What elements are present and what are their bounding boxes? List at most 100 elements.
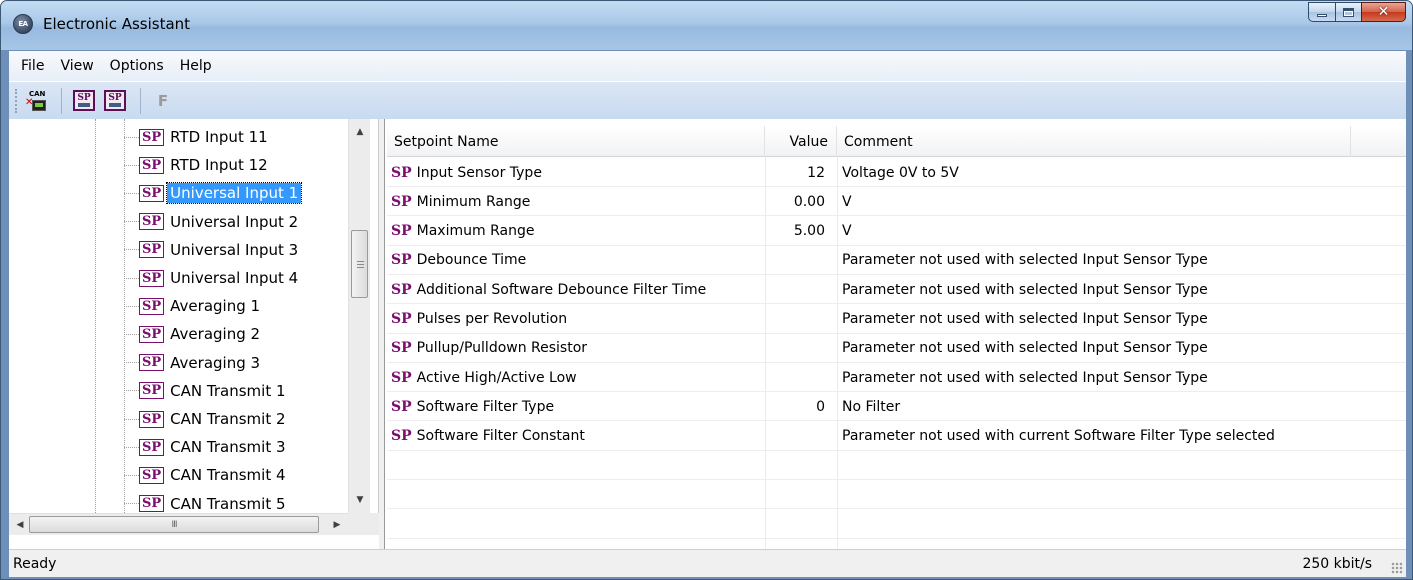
scroll-left-arrow-icon[interactable]: ◀ [11,514,29,536]
sp-setpoint-icon: SP [391,252,412,269]
setpoint-grid: Setpoint Name Value Comment SP Input Sens… [387,119,1406,549]
table-row[interactable]: SP Maximum Range 5.00 V [387,217,1406,246]
setpoint-name-cell[interactable]: SP Maximum Range [391,217,761,246]
can-connect-button[interactable]: CAN ✕ [22,87,50,115]
setpoint-name-cell[interactable]: SP Software Filter Type [391,392,761,421]
setpoint-name-cell[interactable]: SP Software Filter Constant [391,422,761,451]
setpoint-name: Input Sensor Type [416,164,542,181]
column-header-setpoint-name[interactable]: Setpoint Name [387,126,765,157]
tree-item[interactable]: SP Universal Input 2 [124,208,301,236]
value-cell[interactable] [763,275,825,304]
menu-file[interactable]: File [13,54,52,78]
comment-cell: Parameter not used with selected Input S… [842,311,1208,327]
setpoint-name: Pullup/Pulldown Resistor [416,340,588,357]
tree-item[interactable]: SP CAN Transmit 3 [124,433,289,461]
table-row[interactable]: SP Additional Software Debounce Filter Ti… [387,275,1406,305]
table-row[interactable]: SP Input Sensor Type 12 Voltage 0V to 5V [387,158,1406,187]
tree-horizontal-scrollbar[interactable]: ◀ III ▶ [9,513,379,535]
tree-item[interactable]: SP RTD Input 12 [124,151,271,179]
tree-item[interactable]: SP Averaging 1 [124,292,263,320]
table-row[interactable]: SP Minimum Range 0.00 V [387,187,1406,217]
sp-read-button[interactable]: SP [70,87,98,115]
setpoint-tree: SP RTD Input 11 SP RTD Input 12 SP Universal … [9,119,379,513]
setpoint-name: Pulses per Revolution [416,311,568,327]
sp-setpoint-icon: SP [139,466,165,484]
comment-cell: Parameter not used with selected Input S… [842,369,1208,386]
setpoint-name: Maximum Range [416,223,535,240]
horizontal-scroll-thumb[interactable]: III [29,516,319,533]
setpoint-name-cell[interactable]: SP Minimum Range [391,187,761,216]
tree-item[interactable]: SP CAN Transmit 5 [124,490,289,513]
value-cell[interactable] [763,305,825,334]
setpoint-name-cell[interactable]: SP Pulses per Revolution [391,305,761,334]
tree-item-label: Universal Input 2 [170,212,299,231]
minimize-icon [1317,13,1327,17]
toolbar-grip[interactable] [15,88,18,113]
setpoint-name-cell[interactable]: SP Debounce Time [391,246,761,275]
scroll-right-arrow-icon[interactable]: ▶ [328,514,346,536]
value-cell[interactable]: 0.00 [763,187,825,216]
maximize-icon [1343,7,1354,17]
vertical-scroll-thumb[interactable] [351,230,368,298]
tree-item[interactable]: SP Universal Input 1 [124,179,303,207]
tree-vertical-scrollbar[interactable]: ▲ ▼ [348,119,370,513]
empty-table-row[interactable] [387,451,1406,480]
title-bar[interactable]: EA Electronic Assistant ✕ [1,1,1412,50]
value-cell[interactable]: 12 [763,158,825,187]
table-row[interactable]: SP Debounce Time Parameter not used with s… [387,246,1406,275]
client-area: SP RTD Input 11 SP RTD Input 12 SP Universal … [9,119,1406,549]
table-row[interactable]: SP Pullup/Pulldown Resistor Parameter not … [387,334,1406,363]
tree-item[interactable]: SP Universal Input 4 [124,264,301,292]
tree-item[interactable]: SP CAN Transmit 1 [124,377,289,405]
flash-button[interactable]: F [149,87,177,115]
table-row[interactable]: SP Software Filter Type 0 No Filter [387,392,1406,422]
sp-setpoint-icon: SP [391,340,412,357]
value-cell[interactable]: 0 [763,392,825,421]
column-header-value[interactable]: Value [765,126,837,157]
tree-item[interactable]: SP CAN Transmit 4 [124,461,289,489]
minimize-button[interactable] [1308,2,1335,22]
setpoint-name: Software Filter Constant [416,428,585,445]
bitrate-indicator: 250 kbit/s [1302,555,1372,572]
sp-setpoint-icon: SP [391,428,412,445]
menu-help[interactable]: Help [172,54,220,78]
sp-save-button[interactable]: SP [101,87,129,115]
tree-item[interactable]: SP RTD Input 11 [124,123,271,151]
table-row[interactable]: SP Active High/Active Low Parameter not us… [387,363,1406,393]
sp-setpoint-icon: SP [391,398,412,415]
setpoint-name-cell[interactable]: SP Pullup/Pulldown Resistor [391,334,761,363]
value-cell[interactable] [763,246,825,275]
value-cell[interactable] [763,334,825,363]
table-row[interactable]: SP Pulses per Revolution Parameter not use… [387,305,1406,334]
tree-item[interactable]: SP CAN Transmit 2 [124,405,289,433]
table-row[interactable]: SP Software Filter Constant Parameter not … [387,422,1406,451]
close-button[interactable]: ✕ [1361,2,1406,22]
sp-setpoint-icon: SP [391,223,412,240]
empty-table-row[interactable] [387,480,1406,510]
tree-item-label: Universal Input 1 [166,182,303,205]
setpoint-name-cell[interactable]: SP Additional Software Debounce Filter Ti… [391,275,761,304]
value-cell[interactable] [763,422,825,451]
menu-options[interactable]: Options [102,54,172,78]
menu-view[interactable]: View [52,54,101,78]
value-cell[interactable]: 5.00 [763,217,825,246]
ea-logo-icon[interactable]: EA [13,14,33,34]
setpoint-name-cell[interactable]: SP Active High/Active Low [391,363,761,392]
pane-splitter[interactable] [379,119,385,549]
scroll-down-arrow-icon[interactable]: ▼ [349,491,371,509]
tree-item[interactable]: SP Averaging 2 [124,320,263,348]
tree-item-label: CAN Transmit 5 [170,494,286,513]
tree-item-label: Averaging 2 [170,325,261,344]
maximize-button[interactable] [1335,2,1361,22]
tree-item-label: CAN Transmit 1 [170,381,286,400]
empty-table-row[interactable] [387,510,1406,539]
comment-cell: Parameter not used with current Software… [842,428,1275,445]
tree-item[interactable]: SP Universal Input 3 [124,236,301,264]
column-header-comment[interactable]: Comment [837,126,1351,157]
scroll-up-arrow-icon[interactable]: ▲ [349,123,371,141]
tree-item[interactable]: SP Averaging 3 [124,349,263,377]
value-cell[interactable] [763,363,825,392]
setpoint-name-cell[interactable]: SP Input Sensor Type [391,158,761,187]
resize-grip-icon[interactable] [1391,562,1403,574]
comment-cell: Parameter not used with selected Input S… [842,340,1208,357]
